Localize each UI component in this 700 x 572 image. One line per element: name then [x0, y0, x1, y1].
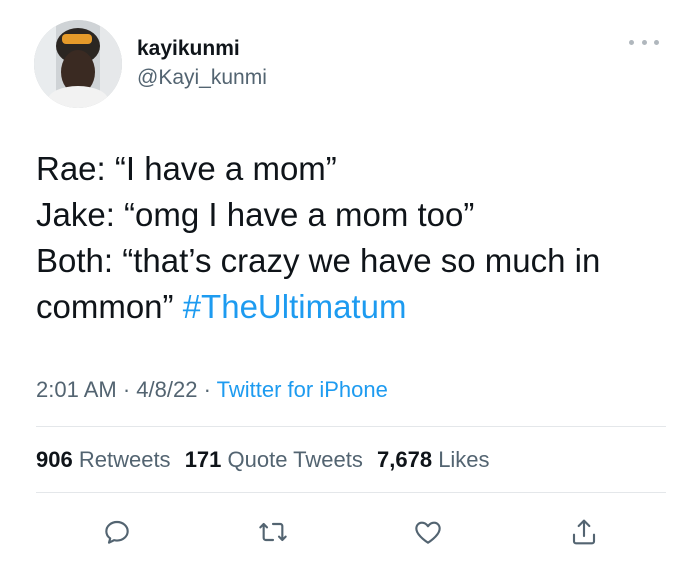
- more-dot: [641, 39, 647, 45]
- retweets-count: 906: [36, 447, 73, 472]
- divider: [36, 492, 666, 493]
- reply-button[interactable]: [97, 512, 137, 552]
- quote-tweets-stat[interactable]: 171 Quote Tweets: [185, 447, 363, 472]
- retweet-button[interactable]: [253, 512, 293, 552]
- display-name[interactable]: kayikunmi: [137, 37, 240, 61]
- quote-tweets-label: Quote Tweets: [227, 447, 363, 472]
- separator: ·: [203, 377, 211, 402]
- more-dot: [654, 39, 659, 45]
- share-icon: [572, 519, 596, 545]
- share-button[interactable]: [564, 512, 604, 552]
- tweet-time[interactable]: 2:01 AM: [36, 377, 117, 402]
- tweet-text: Rae: “I have a mom” Jake: “omg I have a …: [36, 146, 676, 330]
- tweet-line: Both: “that’s crazy we have so much in: [36, 242, 601, 279]
- tweet-metadata: 2:01 AM · 4/8/22 · Twitter for iPhone: [36, 376, 388, 404]
- quote-tweets-count: 171: [184, 447, 222, 472]
- divider: [36, 426, 666, 427]
- more-dot: [629, 39, 634, 45]
- tweet-date[interactable]: 4/8/22: [136, 377, 197, 402]
- tweet-actions: [0, 512, 700, 552]
- reply-icon: [105, 520, 129, 544]
- tweet-line: common”: [36, 288, 174, 325]
- tweet-source-link[interactable]: Twitter for iPhone: [217, 377, 388, 402]
- hashtag-link[interactable]: #TheUltimatum: [183, 288, 407, 325]
- more-options-icon[interactable]: [629, 30, 659, 54]
- tweet-line: Jake: “omg I have a mom too”: [36, 196, 475, 233]
- retweets-label: Retweets: [78, 447, 171, 472]
- like-button[interactable]: [408, 512, 448, 552]
- tweet-line: Rae: “I have a mom”: [36, 150, 337, 187]
- likes-count: 7,678: [377, 447, 433, 472]
- avatar-image: [34, 20, 122, 108]
- tweet-stats: 906 Retweets 171 Quote Tweets 7,678 Like…: [36, 446, 498, 474]
- user-handle[interactable]: @Kayi_kunmi: [137, 66, 267, 90]
- likes-label: Likes: [438, 447, 490, 472]
- avatar[interactable]: [34, 20, 122, 108]
- heart-icon: [415, 521, 441, 544]
- likes-stat[interactable]: 7,678 Likes: [377, 447, 490, 472]
- separator: ·: [122, 377, 131, 402]
- tweet-line-last: common” #TheUltimatum: [36, 284, 676, 330]
- retweet-icon: [259, 522, 287, 542]
- retweets-stat[interactable]: 906 Retweets: [36, 447, 171, 472]
